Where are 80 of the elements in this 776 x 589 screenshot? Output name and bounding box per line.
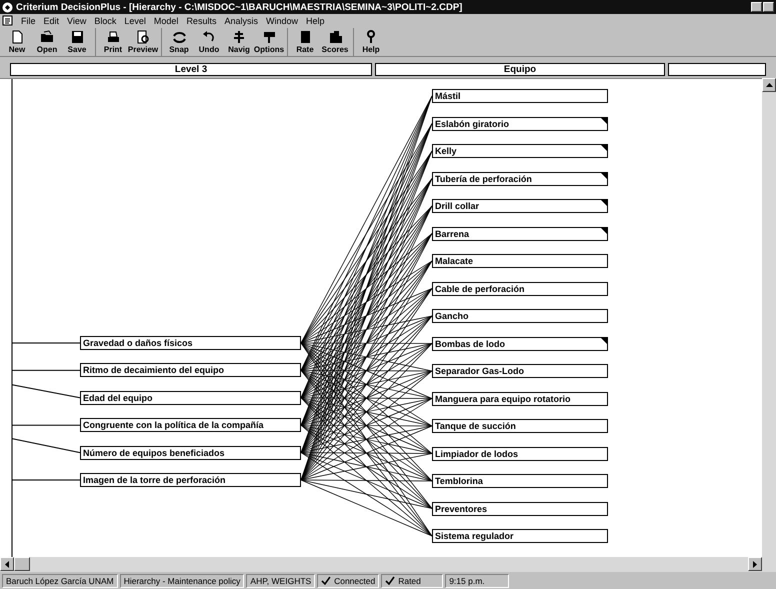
alternative-box[interactable]: Drill collar [432,199,608,213]
toolbar-button[interactable]: Help [357,28,385,56]
folder-icon [40,30,54,44]
printer-icon [106,30,120,44]
alternative-box[interactable]: Tanque de succión [432,419,608,433]
toolbar-button[interactable]: New [3,28,31,56]
chart-icon [328,30,342,44]
criterion-box[interactable]: Gravedad o daños físicos [80,336,301,350]
criterion-box[interactable]: Imagen de la torre de perforación [80,473,301,487]
alternative-box[interactable]: Cable de perforación [432,282,608,296]
alternative-box[interactable]: Eslabón giratorio [432,116,608,130]
toolbar-button[interactable]: Scores [321,28,349,56]
toolbar-button[interactable]: Options [255,28,283,56]
alternative-box[interactable]: Bombas de lodo [432,336,608,350]
block-icon [298,30,312,44]
scroll-up-button[interactable] [762,78,776,92]
status-text: Rated [398,576,421,586]
menu-item[interactable]: Help [306,16,324,26]
undo-icon [202,30,216,44]
alternative-box[interactable]: Gancho [432,309,608,323]
status-text: Connected [334,576,376,586]
alternative-box[interactable]: Barrena [432,226,608,240]
help-icon [364,30,378,44]
toolbar-button[interactable]: Preview [129,28,157,56]
criterion-box[interactable]: Ritmo de decaimiento del equipo [80,363,301,378]
horizontal-scrollbar[interactable] [0,557,776,572]
minimize-button[interactable] [751,2,762,12]
menu-item[interactable]: Analysis [224,16,258,26]
document-icon[interactable] [2,15,13,26]
tree-icon [232,30,246,44]
menu-item[interactable]: File [21,16,36,26]
new-page-icon [10,30,24,44]
alternative-box[interactable]: Limpiador de lodos [432,446,608,460]
alternative-box[interactable]: Separador Gas-Lodo [432,364,608,378]
preview-icon [136,30,150,44]
toolbar-button[interactable]: Rate [291,28,319,56]
snap-icon [172,30,186,44]
alternative-box[interactable]: Mástil [432,89,608,103]
menu-item[interactable]: Model [154,16,178,26]
left-arrow-icon [5,560,9,568]
criterion-box[interactable]: Número de equipos beneficiados [80,446,301,460]
vertical-scrollbar[interactable] [762,78,776,557]
scroll-right-button[interactable] [748,557,762,571]
toolbar-button[interactable]: Navig [225,28,253,56]
menu-item[interactable]: Results [186,16,216,26]
app-icon [2,2,13,12]
status-text: Baruch López García UNAM [2,574,118,588]
criterion-box[interactable]: Congruente con la política de la compañía [80,418,301,432]
status-text: AHP, WEIGHTS [246,574,316,588]
alternative-box[interactable]: Temblorina [432,474,608,488]
level-header: Equipo [375,63,665,76]
menu-item[interactable]: Block [94,16,116,26]
status-text: Hierarchy - Maintenance policy [120,574,244,588]
toolbar-button[interactable]: Print [99,28,127,56]
alternative-box[interactable]: Sistema regulador [432,529,608,543]
checkmark-icon [385,576,396,585]
alternative-box[interactable]: Malacate [432,254,608,268]
menu-item[interactable]: View [67,16,86,26]
alternative-box[interactable]: Kelly [432,144,608,158]
menu-item[interactable]: Level [124,16,146,26]
toolbar-button[interactable]: Save [63,28,91,56]
up-arrow-icon [766,83,772,87]
window-title: Criterium DecisionPlus - [Hierarchy - C:\MISDOC~1\BARUCH\MAESTRIA\SEMINA~3\POLITI~2.CDP] [16,2,464,12]
menu-item[interactable]: Edit [44,16,60,26]
alternative-box[interactable]: Tubería de perforación [432,172,608,186]
scroll-thumb[interactable] [14,557,30,571]
toolbar-button[interactable]: Open [33,28,61,56]
toolbar-button[interactable]: Snap [165,28,193,56]
maximize-button[interactable] [763,2,774,12]
menu-item[interactable]: Window [266,16,298,26]
alternative-box[interactable]: Manguera para equipo rotatorio [432,392,608,406]
options-icon [262,30,276,44]
status-text: 9:15 p.m. [445,574,510,588]
right-arrow-icon [753,560,757,568]
level-header: Level 3 [10,63,372,76]
criterion-box[interactable]: Edad del equipo [80,390,301,405]
scroll-left-button[interactable] [0,557,14,571]
alternative-box[interactable]: Preventores [432,502,608,516]
toolbar-button[interactable]: Undo [195,28,223,56]
checkmark-icon [321,576,332,585]
